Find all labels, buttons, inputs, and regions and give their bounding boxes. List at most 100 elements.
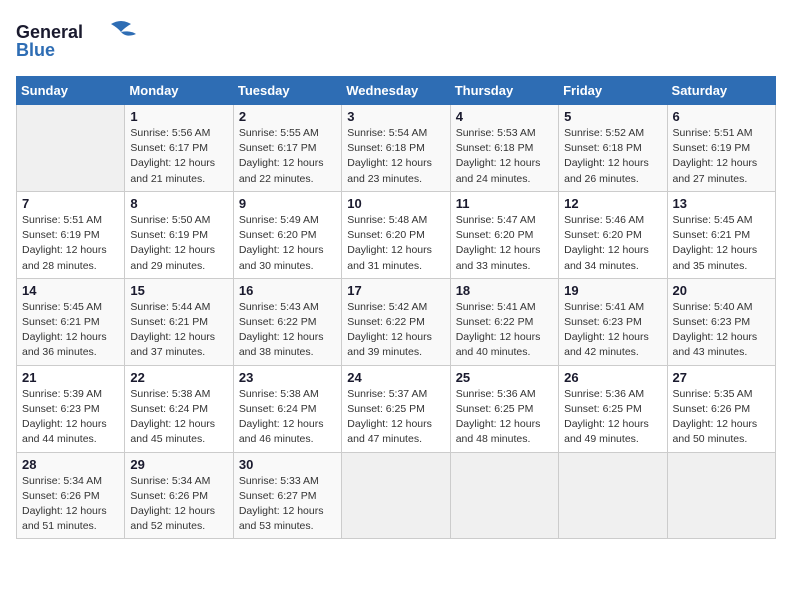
day-info: Sunrise: 5:44 AM Sunset: 6:21 PM Dayligh… [130, 300, 227, 361]
day-number: 18 [456, 283, 553, 298]
day-info: Sunrise: 5:41 AM Sunset: 6:22 PM Dayligh… [456, 300, 553, 361]
day-info: Sunrise: 5:34 AM Sunset: 6:26 PM Dayligh… [130, 474, 227, 535]
calendar-cell: 28 Sunrise: 5:34 AM Sunset: 6:26 PM Dayli… [17, 452, 125, 539]
calendar-cell: 19 Sunrise: 5:41 AM Sunset: 6:23 PM Dayli… [559, 278, 667, 365]
calendar-cell: 1Sunrise: 5:56 AM Sunset: 6:17 PM Daylig… [125, 105, 233, 192]
day-number: 3 [347, 109, 444, 124]
day-number: 26 [564, 370, 661, 385]
day-info: Sunrise: 5:42 AM Sunset: 6:22 PM Dayligh… [347, 300, 444, 361]
day-info: Sunrise: 5:41 AM Sunset: 6:23 PM Dayligh… [564, 300, 661, 361]
week-row-4: 21 Sunrise: 5:39 AM Sunset: 6:23 PM Dayli… [17, 365, 776, 452]
week-row-3: 14Sunrise: 5:45 AM Sunset: 6:21 PM Dayli… [17, 278, 776, 365]
day-number: 6 [673, 109, 770, 124]
day-header-sunday: Sunday [17, 77, 125, 105]
day-number: 20 [673, 283, 770, 298]
day-info: Sunrise: 5:43 AM Sunset: 6:22 PM Dayligh… [239, 300, 336, 361]
day-number: 17 [347, 283, 444, 298]
calendar-cell: 11 Sunrise: 5:47 AM Sunset: 6:20 PM Dayli… [450, 191, 558, 278]
calendar-cell: 3 Sunrise: 5:54 AM Sunset: 6:18 PM Daylig… [342, 105, 450, 192]
calendar-cell: 13Sunrise: 5:45 AM Sunset: 6:21 PM Dayli… [667, 191, 775, 278]
calendar-cell: 27 Sunrise: 5:35 AM Sunset: 6:26 PM Dayli… [667, 365, 775, 452]
calendar-cell: 9 Sunrise: 5:49 AM Sunset: 6:20 PM Daylig… [233, 191, 341, 278]
calendar-cell: 30Sunrise: 5:33 AM Sunset: 6:27 PM Dayli… [233, 452, 341, 539]
day-info: Sunrise: 5:38 AM Sunset: 6:24 PM Dayligh… [239, 387, 336, 448]
day-info: Sunrise: 5:55 AM Sunset: 6:17 PM Dayligh… [239, 126, 336, 187]
day-info: Sunrise: 5:53 AM Sunset: 6:18 PM Dayligh… [456, 126, 553, 187]
day-number: 30 [239, 457, 336, 472]
calendar-cell: 10 Sunrise: 5:48 AM Sunset: 6:20 PM Dayli… [342, 191, 450, 278]
calendar-cell: 5 Sunrise: 5:52 AM Sunset: 6:18 PM Daylig… [559, 105, 667, 192]
calendar-cell: 25 Sunrise: 5:36 AM Sunset: 6:25 PM Dayli… [450, 365, 558, 452]
week-row-2: 7 Sunrise: 5:51 AM Sunset: 6:19 PM Daylig… [17, 191, 776, 278]
day-number: 1 [130, 109, 227, 124]
calendar-header-row: SundayMondayTuesdayWednesdayThursdayFrid… [17, 77, 776, 105]
day-info: Sunrise: 5:39 AM Sunset: 6:23 PM Dayligh… [22, 387, 119, 448]
calendar-cell: 4 Sunrise: 5:53 AM Sunset: 6:18 PM Daylig… [450, 105, 558, 192]
day-number: 4 [456, 109, 553, 124]
day-number: 11 [456, 196, 553, 211]
calendar-cell [667, 452, 775, 539]
day-info: Sunrise: 5:54 AM Sunset: 6:18 PM Dayligh… [347, 126, 444, 187]
logo-text: General Blue [16, 16, 146, 66]
day-info: Sunrise: 5:48 AM Sunset: 6:20 PM Dayligh… [347, 213, 444, 274]
calendar-cell: 23 Sunrise: 5:38 AM Sunset: 6:24 PM Dayli… [233, 365, 341, 452]
day-info: Sunrise: 5:51 AM Sunset: 6:19 PM Dayligh… [673, 126, 770, 187]
day-info: Sunrise: 5:35 AM Sunset: 6:26 PM Dayligh… [673, 387, 770, 448]
day-info: Sunrise: 5:36 AM Sunset: 6:25 PM Dayligh… [456, 387, 553, 448]
calendar-cell: 12Sunrise: 5:46 AM Sunset: 6:20 PM Dayli… [559, 191, 667, 278]
calendar-cell: 15Sunrise: 5:44 AM Sunset: 6:21 PM Dayli… [125, 278, 233, 365]
calendar-cell: 8Sunrise: 5:50 AM Sunset: 6:19 PM Daylig… [125, 191, 233, 278]
calendar-cell [17, 105, 125, 192]
day-info: Sunrise: 5:37 AM Sunset: 6:25 PM Dayligh… [347, 387, 444, 448]
day-info: Sunrise: 5:47 AM Sunset: 6:20 PM Dayligh… [456, 213, 553, 274]
day-info: Sunrise: 5:46 AM Sunset: 6:20 PM Dayligh… [564, 213, 661, 274]
day-header-thursday: Thursday [450, 77, 558, 105]
day-number: 16 [239, 283, 336, 298]
day-info: Sunrise: 5:52 AM Sunset: 6:18 PM Dayligh… [564, 126, 661, 187]
day-info: Sunrise: 5:36 AM Sunset: 6:25 PM Dayligh… [564, 387, 661, 448]
week-row-1: 1Sunrise: 5:56 AM Sunset: 6:17 PM Daylig… [17, 105, 776, 192]
day-header-wednesday: Wednesday [342, 77, 450, 105]
day-number: 7 [22, 196, 119, 211]
day-info: Sunrise: 5:34 AM Sunset: 6:26 PM Dayligh… [22, 474, 119, 535]
day-number: 25 [456, 370, 553, 385]
header: General Blue [16, 16, 776, 66]
day-number: 23 [239, 370, 336, 385]
calendar-cell: 20 Sunrise: 5:40 AM Sunset: 6:23 PM Dayli… [667, 278, 775, 365]
day-number: 9 [239, 196, 336, 211]
day-info: Sunrise: 5:38 AM Sunset: 6:24 PM Dayligh… [130, 387, 227, 448]
logo: General Blue [16, 16, 146, 66]
calendar-cell: 7 Sunrise: 5:51 AM Sunset: 6:19 PM Daylig… [17, 191, 125, 278]
day-number: 19 [564, 283, 661, 298]
calendar-cell: 21 Sunrise: 5:39 AM Sunset: 6:23 PM Dayli… [17, 365, 125, 452]
day-number: 24 [347, 370, 444, 385]
week-row-5: 28 Sunrise: 5:34 AM Sunset: 6:26 PM Dayli… [17, 452, 776, 539]
svg-text:General: General [16, 22, 83, 42]
day-info: Sunrise: 5:40 AM Sunset: 6:23 PM Dayligh… [673, 300, 770, 361]
day-info: Sunrise: 5:49 AM Sunset: 6:20 PM Dayligh… [239, 213, 336, 274]
day-header-monday: Monday [125, 77, 233, 105]
calendar-body: 1Sunrise: 5:56 AM Sunset: 6:17 PM Daylig… [17, 105, 776, 539]
day-number: 5 [564, 109, 661, 124]
day-info: Sunrise: 5:45 AM Sunset: 6:21 PM Dayligh… [673, 213, 770, 274]
day-number: 2 [239, 109, 336, 124]
calendar-cell: 16 Sunrise: 5:43 AM Sunset: 6:22 PM Dayli… [233, 278, 341, 365]
day-number: 10 [347, 196, 444, 211]
day-number: 28 [22, 457, 119, 472]
day-number: 29 [130, 457, 227, 472]
calendar-cell: 24 Sunrise: 5:37 AM Sunset: 6:25 PM Dayli… [342, 365, 450, 452]
day-info: Sunrise: 5:51 AM Sunset: 6:19 PM Dayligh… [22, 213, 119, 274]
calendar-cell: 26 Sunrise: 5:36 AM Sunset: 6:25 PM Dayli… [559, 365, 667, 452]
calendar-cell: 2 Sunrise: 5:55 AM Sunset: 6:17 PM Daylig… [233, 105, 341, 192]
calendar-cell: 29 Sunrise: 5:34 AM Sunset: 6:26 PM Dayli… [125, 452, 233, 539]
day-number: 8 [130, 196, 227, 211]
calendar-cell: 17 Sunrise: 5:42 AM Sunset: 6:22 PM Dayli… [342, 278, 450, 365]
day-header-tuesday: Tuesday [233, 77, 341, 105]
day-number: 27 [673, 370, 770, 385]
day-number: 21 [22, 370, 119, 385]
svg-text:Blue: Blue [16, 40, 55, 60]
calendar-cell [342, 452, 450, 539]
day-info: Sunrise: 5:45 AM Sunset: 6:21 PM Dayligh… [22, 300, 119, 361]
calendar-cell: 6 Sunrise: 5:51 AM Sunset: 6:19 PM Daylig… [667, 105, 775, 192]
calendar-cell: 18 Sunrise: 5:41 AM Sunset: 6:22 PM Dayli… [450, 278, 558, 365]
